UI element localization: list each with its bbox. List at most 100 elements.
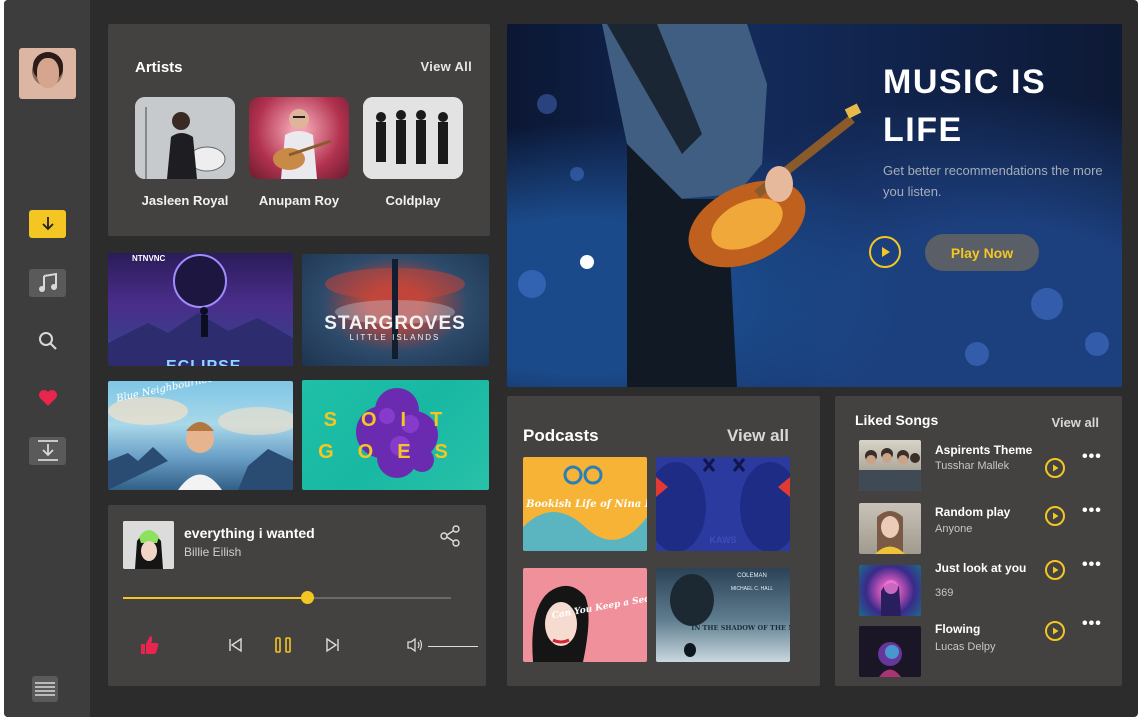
liked-songs-panel: Liked Songs View all Aspirents Theme Tus… [835,396,1122,686]
sidebar [4,0,90,717]
song-cover [859,565,921,616]
share-icon [440,525,460,547]
podcast-title: the Bookish Life of Nina Hill [523,499,647,510]
album-tile-soit-goes[interactable]: SOIT GOES [302,380,489,490]
album-title: STARGROVES [324,313,466,334]
app-window: Artists View All Jasleen Royal Anupam Ro… [4,0,1138,717]
album-label-top: NTNVNC [132,254,166,263]
song-play-button[interactable] [1045,560,1065,580]
liked-song-row[interactable]: Just look at you 369 ••• [859,556,1109,617]
podcast-card[interactable]: COLEMAN MICHAEL C. HALL IN THE SHADOW OF… [656,568,790,662]
next-button[interactable] [322,632,344,658]
hero-play-button[interactable] [869,236,901,268]
now-playing-artist: Billie Eilish [184,545,242,559]
podcast-card[interactable]: the Bookish Life of Nina Hill [523,457,647,551]
previous-button[interactable] [224,632,246,658]
download-tray-icon [37,440,58,461]
play-icon [882,247,890,257]
podcast-card[interactable]: Can You Keep a Secret? [523,568,647,662]
skip-next-icon [326,637,339,653]
more-options-button[interactable]: ••• [1082,502,1102,520]
song-play-button[interactable] [1045,621,1065,641]
artist-name: Jasleen Royal [141,193,229,208]
song-title: Flowing [935,622,981,636]
artists-title: Artists [135,59,183,76]
song-artist: Lucas Delpy [935,641,996,653]
album-title-line1: SOIT [324,409,467,431]
song-play-button[interactable] [1045,458,1065,478]
podcast-title: IN THE SHADOW OF THE MOON [691,624,790,632]
song-artist: 369 [935,587,954,599]
podcasts-panel: Podcasts View all the Bookish Life of Ni… [507,396,820,686]
search-icon [38,332,57,350]
pause-button[interactable] [270,632,296,658]
song-play-button[interactable] [1045,506,1065,526]
hamburger-icon [35,682,55,696]
volume-icon [407,637,423,653]
artists-view-all-link[interactable]: View All [420,59,472,74]
song-cover [859,503,921,554]
song-cover [859,626,921,677]
song-title: Aspirents Theme [935,443,1033,457]
now-playing-panel: everything i wanted Billie Eilish [108,505,486,686]
liked-song-row[interactable]: Flowing Lucas Delpy ••• [859,615,1109,678]
play-now-button[interactable]: Play Now [925,234,1039,271]
artist-card[interactable]: Anupam Roy [248,97,350,208]
like-button[interactable] [136,632,162,658]
pause-icon [275,637,291,653]
menu-button[interactable] [32,676,58,702]
progress-handle[interactable] [300,591,314,604]
artist-name: Anupam Roy [258,193,340,208]
podcast-credit-top: COLEMAN [737,573,767,579]
podcast-title: KAWS [710,535,737,545]
favorites-button[interactable] [29,384,66,412]
play-icon [1053,566,1059,574]
artist-photo [135,97,235,179]
song-title: Random play [935,505,1011,519]
artist-card[interactable]: Coldplay [362,97,464,208]
music-library-button[interactable] [29,269,66,297]
more-options-button[interactable]: ••• [1082,448,1102,466]
share-button[interactable] [439,525,461,547]
artists-panel: Artists View All Jasleen Royal Anupam Ro… [108,24,490,236]
volume-slider[interactable] [428,646,478,647]
user-avatar[interactable] [19,48,76,99]
artist-name: Coldplay [385,193,441,208]
album-title-line2: GOES [318,441,472,463]
album-tile-stargroves[interactable]: STARGROVES LITTLE ISLANDS [302,254,489,366]
artist-photo [249,97,349,179]
downloads-button[interactable] [29,437,66,465]
liked-song-row[interactable]: Aspirents Theme Tusshar Mallek ••• [859,440,1109,492]
play-icon [1053,464,1059,472]
album-tile-blue-neighbourhood[interactable]: Blue Neighbourhood [108,381,293,490]
liked-songs-title: Liked Songs [855,412,939,428]
liked-songs-view-all-link[interactable]: View all [1052,415,1099,430]
now-playing-title: everything i wanted [184,525,315,541]
song-artist: Tusshar Mallek [935,460,1010,472]
progress-bar[interactable] [123,591,451,604]
volume-button[interactable] [404,632,426,658]
hero-subtitle: Get better recommendations the more you … [883,163,1103,199]
podcast-card[interactable]: KAWS [656,457,790,551]
hero-banner: MUSIC IS LIFE Get better recommendations… [507,24,1122,387]
now-playing-cover [123,521,174,569]
download-icon [41,217,54,231]
liked-song-row[interactable]: Random play Anyone ••• [859,502,1109,555]
progress-fill [123,597,307,599]
album-tile-eclipse[interactable]: NTNVNC ECLIPSE [108,253,293,366]
more-options-button[interactable]: ••• [1082,556,1102,574]
download-button[interactable] [29,210,66,238]
album-subtitle: LITTLE ISLANDS [350,333,441,342]
search-button[interactable] [29,327,66,355]
more-options-button[interactable]: ••• [1082,615,1102,633]
song-artist: Anyone [935,523,973,535]
podcast-credit-mid: MICHAEL C. HALL [731,586,774,592]
artist-card[interactable]: Jasleen Royal [134,97,236,208]
play-icon [1053,627,1059,635]
podcasts-view-all-link[interactable]: View all [727,426,789,446]
skip-previous-icon [229,637,242,653]
hero-title: MUSIC IS LIFE [883,63,1047,149]
album-label-bottom: ECLIPSE [166,358,241,366]
play-icon [1053,512,1059,520]
heart-icon [38,390,57,406]
